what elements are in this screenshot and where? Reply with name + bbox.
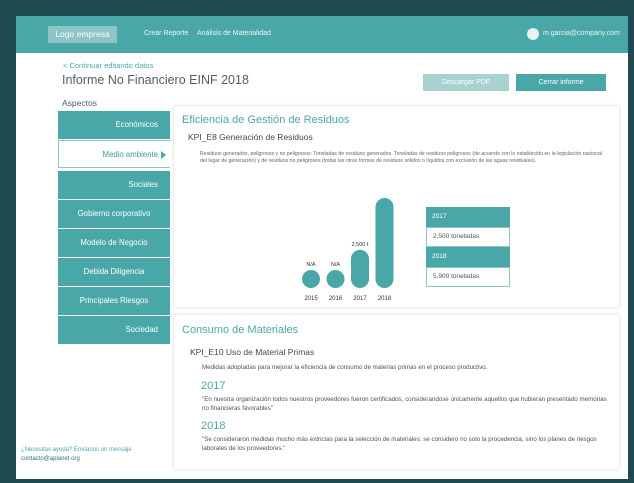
user-email[interactable]: m.garcia@company.com	[543, 29, 620, 39]
sidebar-item-label: Modelo de Negocio	[80, 238, 148, 247]
download-pdf-button[interactable]: Descargar PDF	[423, 74, 509, 91]
page-title: Informe No Financiero EINF 2018	[62, 73, 249, 87]
sidebar-item-modelo-negocio[interactable]: Modelo de Negocio	[58, 229, 170, 257]
materials-section-card: Consumo de Materiales KPI_E10 Uso de Mat…	[174, 315, 619, 469]
sidebar-item-label: Medio ambiente	[102, 150, 158, 159]
nav-link-analisis-materialidad[interactable]: Análisis de Materialidad	[197, 29, 271, 39]
table-year-header: 2018	[426, 247, 510, 267]
sidebar-item-sociales[interactable]: Sociales	[58, 171, 170, 199]
sidebar-item-economicos[interactable]: Económicos	[58, 111, 170, 139]
x-tick-label-2018: 2018	[378, 296, 392, 302]
sidebar-item-principales-riesgos[interactable]: Principales Riesgos	[58, 287, 170, 315]
materials-intro: Medidas adoptadas para mejorar la eficie…	[202, 364, 488, 371]
bar-2018	[375, 198, 394, 288]
sidebar-item-label: Debida Diligencia	[83, 267, 145, 276]
x-tick-label-2016: 2016	[329, 296, 343, 302]
waste-description: Residuos generados, peligrosos y no peli…	[200, 151, 603, 164]
caret-right-icon	[161, 151, 166, 159]
kpi-title-materials: KPI_E10 Uso de Material Primas	[190, 347, 315, 357]
bar-2017	[351, 249, 369, 288]
table-year-header: 2017	[426, 207, 510, 227]
data-label-2017: 2,500 t	[352, 242, 369, 248]
sidebar-item-label: Económicos	[115, 120, 158, 129]
data-label-2015: N/A	[306, 262, 316, 268]
sidebar-item-debida-diligencia[interactable]: Debida Diligencia	[58, 258, 170, 286]
sidebar-item-label: Gobierno corporativo	[77, 209, 151, 218]
table-value-cell: 2,500 toneladas	[426, 227, 510, 247]
sidebar-item-label: Sociales	[128, 180, 158, 189]
sidebar-item-medio-ambiente[interactable]: Medio ambiente	[58, 140, 170, 168]
waste-section-card: Eficiencia de Gestión de Residuos KPI_E8…	[174, 106, 619, 307]
sidebar-item-sociedad[interactable]: Sociedad	[58, 316, 170, 344]
help-contact-email[interactable]: contacto@aplanet.org	[21, 455, 181, 464]
back-link[interactable]: < Continuar editando datos	[63, 61, 153, 70]
app-window: Logo empresa Crear Reporte Análisis de M…	[16, 16, 628, 479]
year-heading-2017: 2017	[201, 380, 226, 392]
materials-entry-2017: "En nuestra organización todos nuestros …	[202, 396, 607, 412]
bar-2016	[326, 270, 345, 288]
data-label-2016: N/A	[331, 262, 341, 268]
materials-entry-2018: "Se consideraron medidas mucho más extri…	[202, 436, 597, 452]
bar-2015	[302, 270, 320, 288]
x-tick-label-2017: 2017	[353, 296, 367, 302]
section-title-materials: Consumo de Materiales	[182, 324, 299, 336]
waste-bar-chart: N/A2015N/A20162,500 t20175,900 t2018	[302, 198, 394, 302]
kpi-title-waste: KPI_E8 Generación de Residuos	[188, 132, 313, 142]
waste-values-table: 2017 2,500 toneladas 2018 5,900 tonelada…	[426, 207, 510, 287]
help-message[interactable]: ¿Necesitas ayuda? Envíanos un mensaje co…	[21, 446, 181, 464]
table-value-cell: 5,900 toneladas	[426, 267, 510, 287]
section-title-waste: Eficiencia de Gestión de Residuos	[182, 114, 350, 126]
close-report-button[interactable]: Cerrar informe	[516, 74, 606, 91]
sidebar-item-gobierno-corporativo[interactable]: Gobierno corporativo	[58, 200, 170, 228]
sidebar-item-label: Principales Riesgos	[79, 296, 149, 305]
company-logo[interactable]: Logo empresa	[48, 26, 117, 43]
sidebar-title: Aspectos	[62, 98, 97, 108]
nav-link-crear-reporte[interactable]: Crear Reporte	[144, 29, 188, 39]
help-text[interactable]: ¿Necesitas ayuda? Envíanos un mensaje	[21, 446, 181, 455]
x-tick-label-2015: 2015	[304, 296, 318, 302]
sidebar-item-label: Sociedad	[125, 325, 158, 334]
user-avatar-icon[interactable]	[527, 28, 539, 40]
year-heading-2018: 2018	[201, 420, 226, 432]
top-navbar: Logo empresa Crear Reporte Análisis de M…	[16, 16, 628, 53]
